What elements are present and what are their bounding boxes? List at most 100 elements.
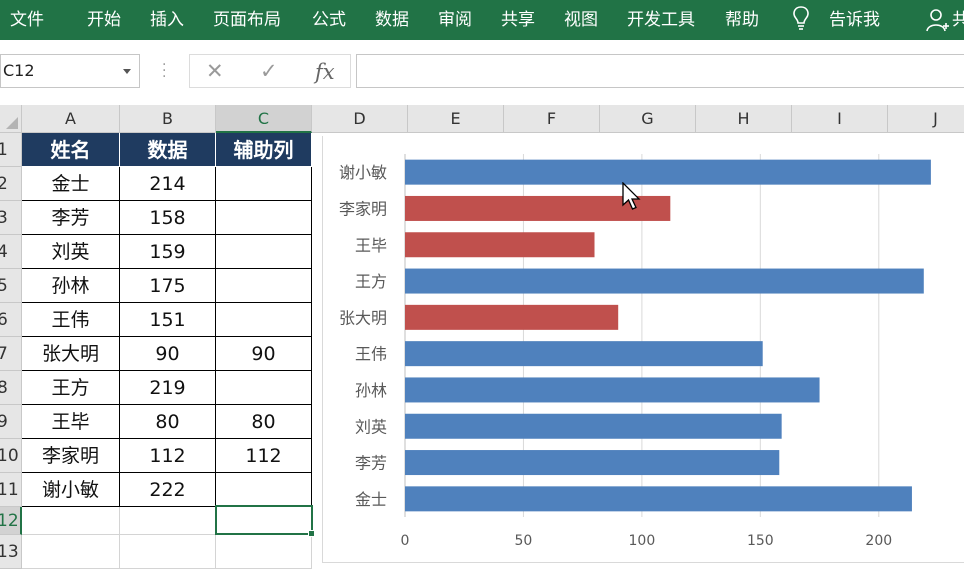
- tab-data[interactable]: 数据: [375, 5, 409, 30]
- empty-cell[interactable]: [120, 507, 216, 535]
- cell-helper[interactable]: 80: [216, 405, 312, 439]
- cell-helper[interactable]: 90: [216, 337, 312, 371]
- user-share-icon[interactable]: [926, 7, 950, 33]
- cell-name[interactable]: 谢小敏: [22, 473, 120, 507]
- bar[interactable]: [405, 304, 619, 330]
- column-header-f[interactable]: F: [504, 105, 600, 133]
- bar[interactable]: [405, 486, 912, 512]
- row-header-10[interactable]: 10: [0, 439, 22, 473]
- bar[interactable]: [405, 232, 595, 258]
- cell-name[interactable]: 张大明: [22, 337, 120, 371]
- x-tick-label: 150: [747, 533, 774, 549]
- empty-cell[interactable]: [22, 507, 120, 535]
- tab-share[interactable]: 共享: [501, 5, 535, 30]
- tab-developer[interactable]: 开发工具: [627, 5, 695, 30]
- row-header-1[interactable]: 1: [0, 133, 22, 167]
- header-helper[interactable]: 辅助列: [216, 133, 312, 167]
- row-header-4[interactable]: 4: [0, 235, 22, 269]
- cell-name[interactable]: 孙林: [22, 269, 120, 303]
- enter-icon[interactable]: ✓: [260, 59, 278, 83]
- tab-help[interactable]: 帮助: [725, 5, 759, 30]
- bar[interactable]: [405, 268, 924, 294]
- column-header-j[interactable]: J: [888, 105, 964, 133]
- select-all-corner[interactable]: [0, 105, 22, 133]
- row-header-11[interactable]: 11: [0, 473, 22, 507]
- empty-cell[interactable]: [120, 535, 216, 569]
- tab-page-layout[interactable]: 页面布局: [213, 5, 281, 30]
- cell-helper[interactable]: [216, 235, 312, 269]
- cell-data[interactable]: 90: [120, 337, 216, 371]
- row-header-12[interactable]: 12: [0, 507, 22, 535]
- cell-helper[interactable]: [216, 371, 312, 405]
- formula-input[interactable]: [356, 54, 964, 88]
- cell-helper[interactable]: [216, 269, 312, 303]
- cell-name[interactable]: 李芳: [22, 201, 120, 235]
- cell-data[interactable]: 158: [120, 201, 216, 235]
- category-label: 张大明: [339, 308, 387, 327]
- row-header-5[interactable]: 5: [0, 269, 22, 303]
- tab-insert[interactable]: 插入: [150, 5, 184, 30]
- column-header-e[interactable]: E: [408, 105, 504, 133]
- category-label: 谢小敏: [339, 163, 387, 182]
- row-header-6[interactable]: 6: [0, 303, 22, 337]
- empty-cell[interactable]: [216, 535, 312, 569]
- cell-name[interactable]: 李家明: [22, 439, 120, 473]
- column-header-b[interactable]: B: [120, 105, 216, 133]
- row-header-3[interactable]: 3: [0, 201, 22, 235]
- drag-handle-icon[interactable]: · · ·: [162, 58, 166, 84]
- column-header-h[interactable]: H: [696, 105, 792, 133]
- cell-name[interactable]: 刘英: [22, 235, 120, 269]
- category-label: 王方: [355, 272, 387, 291]
- bar[interactable]: [405, 377, 820, 403]
- insert-function-icon[interactable]: fx: [315, 60, 335, 84]
- cancel-icon[interactable]: ✕: [206, 59, 224, 83]
- cell-data[interactable]: 159: [120, 235, 216, 269]
- cell-name[interactable]: 王方: [22, 371, 120, 405]
- column-header-d[interactable]: D: [312, 105, 408, 133]
- bar[interactable]: [405, 159, 931, 185]
- tab-home[interactable]: 开始: [87, 5, 121, 30]
- header-name[interactable]: 姓名: [22, 133, 120, 167]
- empty-cell[interactable]: [22, 535, 120, 569]
- cell-name[interactable]: 王伟: [22, 303, 120, 337]
- cell-name[interactable]: 金士: [22, 167, 120, 201]
- column-header-c[interactable]: C: [216, 105, 312, 133]
- cell-helper[interactable]: 112: [216, 439, 312, 473]
- tab-file[interactable]: 文件: [10, 5, 44, 30]
- row-header-9[interactable]: 9: [0, 405, 22, 439]
- row-header-2[interactable]: 2: [0, 167, 22, 201]
- column-header-a[interactable]: A: [22, 105, 120, 133]
- tell-me-search[interactable]: 告诉我: [829, 5, 880, 30]
- cell-data[interactable]: 214: [120, 167, 216, 201]
- column-header-g[interactable]: G: [600, 105, 696, 133]
- tab-review[interactable]: 审阅: [438, 5, 472, 30]
- cell-helper[interactable]: [216, 473, 312, 507]
- cell-data[interactable]: 112: [120, 439, 216, 473]
- cell-data[interactable]: 151: [120, 303, 216, 337]
- column-header-i[interactable]: I: [792, 105, 888, 133]
- row-header-13[interactable]: 13: [0, 535, 22, 569]
- row-header-8[interactable]: 8: [0, 371, 22, 405]
- bar[interactable]: [405, 341, 763, 367]
- cell-data[interactable]: 80: [120, 405, 216, 439]
- cell-helper[interactable]: [216, 303, 312, 337]
- share-label[interactable]: 共: [952, 5, 964, 30]
- row-header-7[interactable]: 7: [0, 337, 22, 371]
- chevron-down-icon[interactable]: [123, 69, 131, 74]
- name-box[interactable]: C12: [0, 54, 140, 88]
- active-cell-selection[interactable]: [215, 505, 315, 537]
- tab-view[interactable]: 视图: [564, 5, 598, 30]
- cell-helper[interactable]: [216, 167, 312, 201]
- bar[interactable]: [405, 450, 780, 476]
- lightbulb-icon[interactable]: [790, 4, 812, 32]
- x-tick-label: 0: [401, 533, 410, 549]
- cell-data[interactable]: 175: [120, 269, 216, 303]
- cell-data[interactable]: 219: [120, 371, 216, 405]
- header-data[interactable]: 数据: [120, 133, 216, 167]
- cell-name[interactable]: 王毕: [22, 405, 120, 439]
- cell-data[interactable]: 222: [120, 473, 216, 507]
- bar-chart[interactable]: 0 50 100 150 200 谢小敏 李家明 王毕 王方 张大明 王伟 孙林 刘英 李芳 金士: [322, 136, 964, 563]
- bar[interactable]: [405, 413, 782, 439]
- cell-helper[interactable]: [216, 201, 312, 235]
- tab-formulas[interactable]: 公式: [312, 5, 346, 30]
